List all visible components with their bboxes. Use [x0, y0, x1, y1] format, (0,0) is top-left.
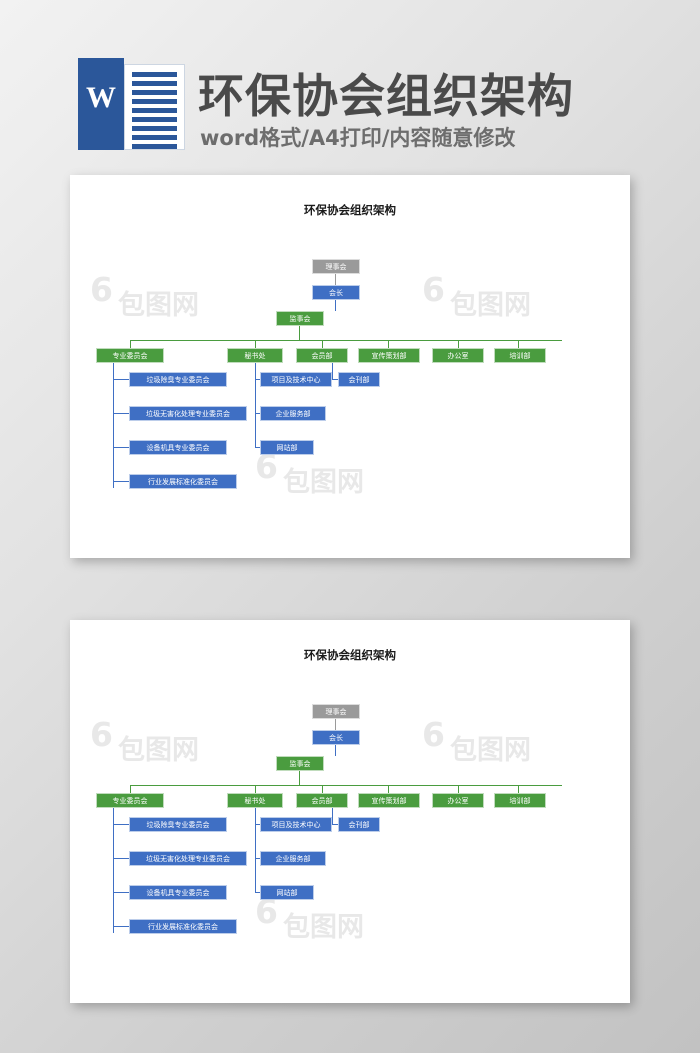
page-subtitle: word格式/A4打印/内容随意修改	[200, 126, 516, 150]
node-council[interactable]: 理事会	[312, 259, 360, 274]
connector	[255, 340, 256, 348]
connector	[335, 300, 336, 311]
document-lines-icon	[124, 64, 185, 150]
connector	[332, 808, 333, 824]
connector	[113, 858, 129, 859]
node-office[interactable]: 办公室	[432, 348, 484, 363]
node-committee-child[interactable]: 设备机具专业委员会	[129, 885, 227, 900]
preview-page-2[interactable]: 环保协会组织架构 6 包图网 6 包图网 6 包图网 理事会 会长 监事会 专业…	[70, 620, 630, 1003]
header: W 环保协会组织架构 word格式/A4打印/内容随意修改	[0, 30, 700, 150]
node-secretariat-child[interactable]: 网站部	[260, 440, 314, 455]
connector	[255, 785, 256, 793]
node-committee-child[interactable]: 设备机具专业委员会	[129, 440, 227, 455]
node-secretariat[interactable]: 秘书处	[227, 348, 283, 363]
node-training[interactable]: 培训部	[494, 348, 546, 363]
connector	[113, 824, 129, 825]
connector	[255, 363, 256, 447]
node-office[interactable]: 办公室	[432, 793, 484, 808]
node-president[interactable]: 会长	[312, 285, 360, 300]
node-supervisor[interactable]: 监事会	[276, 756, 324, 771]
node-committee-child[interactable]: 垃圾无害化处理专业委员会	[129, 406, 247, 421]
node-publicity[interactable]: 宣传策划部	[358, 348, 420, 363]
connector	[113, 808, 114, 933]
connector	[332, 363, 333, 379]
connector	[518, 785, 519, 793]
connector	[518, 340, 519, 348]
connector	[130, 340, 131, 348]
page-title: 环保协会组织架构	[198, 69, 574, 123]
connector	[113, 481, 129, 482]
connector	[335, 745, 336, 756]
node-secretariat-child[interactable]: 网站部	[260, 885, 314, 900]
word-logo-block: W	[78, 58, 124, 150]
connector	[458, 340, 459, 348]
node-secretariat-child[interactable]: 项目及技术中心	[260, 817, 332, 832]
chart-title: 环保协会组织架构	[304, 203, 396, 217]
connector	[388, 340, 389, 348]
node-committee-child[interactable]: 垃圾无害化处理专业委员会	[129, 851, 247, 866]
org-chart: 理事会 会长 监事会 专业委员会 秘书处 会员部 宣传策划部 办公室 培训部 垃…	[70, 670, 630, 1000]
node-council[interactable]: 理事会	[312, 704, 360, 719]
connector	[130, 785, 131, 793]
connector	[322, 785, 323, 793]
connector	[299, 771, 300, 785]
node-president[interactable]: 会长	[312, 730, 360, 745]
connector	[113, 363, 114, 488]
node-committee-child[interactable]: 行业发展标准化委员会	[129, 919, 237, 934]
word-logo-letter: W	[86, 81, 116, 114]
node-membership[interactable]: 会员部	[296, 348, 348, 363]
connector	[113, 413, 129, 414]
node-supervisor[interactable]: 监事会	[276, 311, 324, 326]
node-committee[interactable]: 专业委员会	[96, 348, 164, 363]
node-membership[interactable]: 会员部	[296, 793, 348, 808]
node-secretariat-child[interactable]: 项目及技术中心	[260, 372, 332, 387]
word-document-icon: W	[78, 58, 185, 150]
connector	[322, 340, 323, 348]
connector	[335, 719, 336, 730]
connector-bus	[130, 340, 562, 341]
node-secretariat-child[interactable]: 企业服务部	[260, 406, 326, 421]
connector	[113, 892, 129, 893]
chart-title: 环保协会组织架构	[304, 648, 396, 662]
node-membership-child[interactable]: 会刊部	[338, 817, 380, 832]
node-committee-child[interactable]: 垃圾除臭专业委员会	[129, 372, 227, 387]
node-committee-child[interactable]: 垃圾除臭专业委员会	[129, 817, 227, 832]
preview-page-1[interactable]: 环保协会组织架构 6 包图网 6 包图网 6 包图网 理事会 会长 监事会 专业…	[70, 175, 630, 558]
connector-bus	[130, 785, 562, 786]
node-secretariat[interactable]: 秘书处	[227, 793, 283, 808]
connector	[388, 785, 389, 793]
connector	[113, 926, 129, 927]
org-chart: 理事会 会长 监事会 专业委员会 秘书处 会员部 宣传策划部 办公室 培训部 垃…	[70, 225, 630, 555]
node-committee[interactable]: 专业委员会	[96, 793, 164, 808]
connector	[335, 274, 336, 285]
node-secretariat-child[interactable]: 企业服务部	[260, 851, 326, 866]
connector	[113, 447, 129, 448]
node-training[interactable]: 培训部	[494, 793, 546, 808]
connector	[113, 379, 129, 380]
node-committee-child[interactable]: 行业发展标准化委员会	[129, 474, 237, 489]
connector	[255, 808, 256, 892]
connector	[299, 326, 300, 340]
node-membership-child[interactable]: 会刊部	[338, 372, 380, 387]
node-publicity[interactable]: 宣传策划部	[358, 793, 420, 808]
connector	[458, 785, 459, 793]
